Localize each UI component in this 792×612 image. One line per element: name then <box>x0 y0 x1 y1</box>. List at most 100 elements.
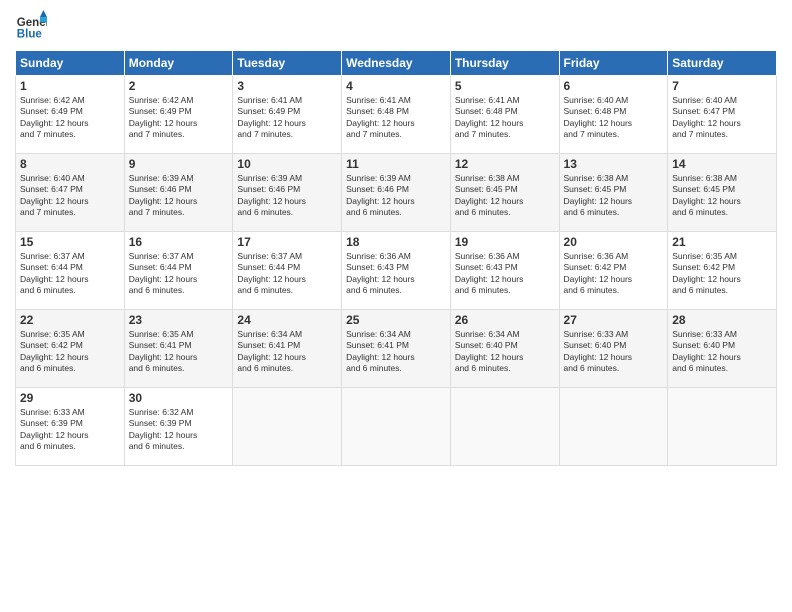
day-info: Sunrise: 6:40 AMSunset: 6:48 PMDaylight:… <box>564 95 633 139</box>
day-number: 30 <box>129 391 229 405</box>
day-number: 2 <box>129 79 229 93</box>
calendar-page: General Blue SundayMondayTuesdayWednesda… <box>0 0 792 612</box>
day-info: Sunrise: 6:41 AMSunset: 6:48 PMDaylight:… <box>346 95 415 139</box>
calendar-cell: 17 Sunrise: 6:37 AMSunset: 6:44 PMDayligh… <box>233 232 342 310</box>
day-info: Sunrise: 6:39 AMSunset: 6:46 PMDaylight:… <box>129 173 198 217</box>
week-row: 1 Sunrise: 6:42 AMSunset: 6:49 PMDaylight… <box>16 76 777 154</box>
day-info: Sunrise: 6:37 AMSunset: 6:44 PMDaylight:… <box>237 251 306 295</box>
calendar-cell: 25Sunrise: 6:34 AMSunset: 6:41 PMDayligh… <box>342 310 451 388</box>
day-info: Sunrise: 6:33 AMSunset: 6:39 PMDaylight:… <box>20 407 89 451</box>
day-number: 23 <box>129 313 229 327</box>
calendar-cell <box>559 388 668 466</box>
calendar-cell: 19Sunrise: 6:36 AMSunset: 6:43 PMDayligh… <box>450 232 559 310</box>
day-number: 17 <box>237 235 337 249</box>
calendar-cell: 1 Sunrise: 6:42 AMSunset: 6:49 PMDaylight… <box>16 76 125 154</box>
calendar-cell: 23 Sunrise: 6:35 AMSunset: 6:41 PMDayligh… <box>124 310 233 388</box>
day-number: 9 <box>129 157 229 171</box>
day-number: 22 <box>20 313 120 327</box>
col-header-tuesday: Tuesday <box>233 51 342 76</box>
day-number: 1 <box>20 79 120 93</box>
day-number: 7 <box>672 79 772 93</box>
day-number: 15 <box>20 235 120 249</box>
day-info: Sunrise: 6:33 AMSunset: 6:40 PMDaylight:… <box>564 329 633 373</box>
col-header-sunday: Sunday <box>16 51 125 76</box>
calendar-cell: 18 Sunrise: 6:36 AMSunset: 6:43 PMDayligh… <box>342 232 451 310</box>
day-info: Sunrise: 6:37 AMSunset: 6:44 PMDaylight:… <box>129 251 198 295</box>
col-header-thursday: Thursday <box>450 51 559 76</box>
week-row: 22 Sunrise: 6:35 AMSunset: 6:42 PMDayligh… <box>16 310 777 388</box>
calendar-cell: 20Sunrise: 6:36 AMSunset: 6:42 PMDayligh… <box>559 232 668 310</box>
calendar-cell: 15 Sunrise: 6:37 AMSunset: 6:44 PMDayligh… <box>16 232 125 310</box>
day-info: Sunrise: 6:40 AMSunset: 6:47 PMDaylight:… <box>672 95 741 139</box>
day-number: 28 <box>672 313 772 327</box>
day-number: 18 <box>346 235 446 249</box>
day-info: Sunrise: 6:33 AMSunset: 6:40 PMDaylight:… <box>672 329 741 373</box>
day-number: 11 <box>346 157 446 171</box>
calendar-table: SundayMondayTuesdayWednesdayThursdayFrid… <box>15 50 777 466</box>
calendar-cell: 29 Sunrise: 6:33 AMSunset: 6:39 PMDayligh… <box>16 388 125 466</box>
calendar-cell: 14Sunrise: 6:38 AMSunset: 6:45 PMDayligh… <box>668 154 777 232</box>
header: General Blue <box>15 10 777 42</box>
calendar-cell: 4 Sunrise: 6:41 AMSunset: 6:48 PMDaylight… <box>342 76 451 154</box>
day-info: Sunrise: 6:39 AMSunset: 6:46 PMDaylight:… <box>237 173 306 217</box>
calendar-cell: 8Sunrise: 6:40 AMSunset: 6:47 PMDaylight… <box>16 154 125 232</box>
day-number: 25 <box>346 313 446 327</box>
calendar-cell: 16 Sunrise: 6:37 AMSunset: 6:44 PMDayligh… <box>124 232 233 310</box>
calendar-cell: 2 Sunrise: 6:42 AMSunset: 6:49 PMDaylight… <box>124 76 233 154</box>
day-info: Sunrise: 6:41 AMSunset: 6:48 PMDaylight:… <box>455 95 524 139</box>
day-number: 24 <box>237 313 337 327</box>
day-number: 21 <box>672 235 772 249</box>
calendar-cell <box>450 388 559 466</box>
week-row: 29 Sunrise: 6:33 AMSunset: 6:39 PMDayligh… <box>16 388 777 466</box>
calendar-cell: 12 Sunrise: 6:38 AMSunset: 6:45 PMDayligh… <box>450 154 559 232</box>
calendar-cell: 5 Sunrise: 6:41 AMSunset: 6:48 PMDaylight… <box>450 76 559 154</box>
day-info: Sunrise: 6:38 AMSunset: 6:45 PMDaylight:… <box>564 173 633 217</box>
day-info: Sunrise: 6:35 AMSunset: 6:41 PMDaylight:… <box>129 329 198 373</box>
week-row: 15 Sunrise: 6:37 AMSunset: 6:44 PMDayligh… <box>16 232 777 310</box>
day-number: 3 <box>237 79 337 93</box>
day-info: Sunrise: 6:35 AMSunset: 6:42 PMDaylight:… <box>672 251 741 295</box>
day-number: 16 <box>129 235 229 249</box>
calendar-cell: 24Sunrise: 6:34 AMSunset: 6:41 PMDayligh… <box>233 310 342 388</box>
day-number: 12 <box>455 157 555 171</box>
calendar-cell: 10 Sunrise: 6:39 AMSunset: 6:46 PMDayligh… <box>233 154 342 232</box>
col-header-saturday: Saturday <box>668 51 777 76</box>
day-info: Sunrise: 6:32 AMSunset: 6:39 PMDaylight:… <box>129 407 198 451</box>
calendar-cell: 11 Sunrise: 6:39 AMSunset: 6:46 PMDayligh… <box>342 154 451 232</box>
day-number: 10 <box>237 157 337 171</box>
day-info: Sunrise: 6:34 AMSunset: 6:40 PMDaylight:… <box>455 329 524 373</box>
day-info: Sunrise: 6:41 AMSunset: 6:49 PMDaylight:… <box>237 95 306 139</box>
day-number: 5 <box>455 79 555 93</box>
col-header-wednesday: Wednesday <box>342 51 451 76</box>
calendar-cell <box>342 388 451 466</box>
day-number: 27 <box>564 313 664 327</box>
calendar-cell: 26Sunrise: 6:34 AMSunset: 6:40 PMDayligh… <box>450 310 559 388</box>
calendar-cell: 9 Sunrise: 6:39 AMSunset: 6:46 PMDaylight… <box>124 154 233 232</box>
day-number: 20 <box>564 235 664 249</box>
day-number: 19 <box>455 235 555 249</box>
calendar-cell <box>233 388 342 466</box>
day-info: Sunrise: 6:36 AMSunset: 6:43 PMDaylight:… <box>346 251 415 295</box>
logo-icon: General Blue <box>15 10 47 42</box>
calendar-cell: 6Sunrise: 6:40 AMSunset: 6:48 PMDaylight… <box>559 76 668 154</box>
day-info: Sunrise: 6:38 AMSunset: 6:45 PMDaylight:… <box>672 173 741 217</box>
day-number: 13 <box>564 157 664 171</box>
calendar-cell: 7 Sunrise: 6:40 AMSunset: 6:47 PMDaylight… <box>668 76 777 154</box>
day-number: 8 <box>20 157 120 171</box>
calendar-cell: 22 Sunrise: 6:35 AMSunset: 6:42 PMDayligh… <box>16 310 125 388</box>
calendar-cell: 30 Sunrise: 6:32 AMSunset: 6:39 PMDayligh… <box>124 388 233 466</box>
col-header-monday: Monday <box>124 51 233 76</box>
day-number: 29 <box>20 391 120 405</box>
day-info: Sunrise: 6:39 AMSunset: 6:46 PMDaylight:… <box>346 173 415 217</box>
day-info: Sunrise: 6:38 AMSunset: 6:45 PMDaylight:… <box>455 173 524 217</box>
logo: General Blue <box>15 10 47 42</box>
col-header-friday: Friday <box>559 51 668 76</box>
calendar-cell: 28 Sunrise: 6:33 AMSunset: 6:40 PMDayligh… <box>668 310 777 388</box>
calendar-cell: 21 Sunrise: 6:35 AMSunset: 6:42 PMDayligh… <box>668 232 777 310</box>
day-info: Sunrise: 6:35 AMSunset: 6:42 PMDaylight:… <box>20 329 89 373</box>
day-info: Sunrise: 6:42 AMSunset: 6:49 PMDaylight:… <box>129 95 198 139</box>
calendar-cell: 27 Sunrise: 6:33 AMSunset: 6:40 PMDayligh… <box>559 310 668 388</box>
day-info: Sunrise: 6:42 AMSunset: 6:49 PMDaylight:… <box>20 95 89 139</box>
day-info: Sunrise: 6:37 AMSunset: 6:44 PMDaylight:… <box>20 251 89 295</box>
day-number: 4 <box>346 79 446 93</box>
